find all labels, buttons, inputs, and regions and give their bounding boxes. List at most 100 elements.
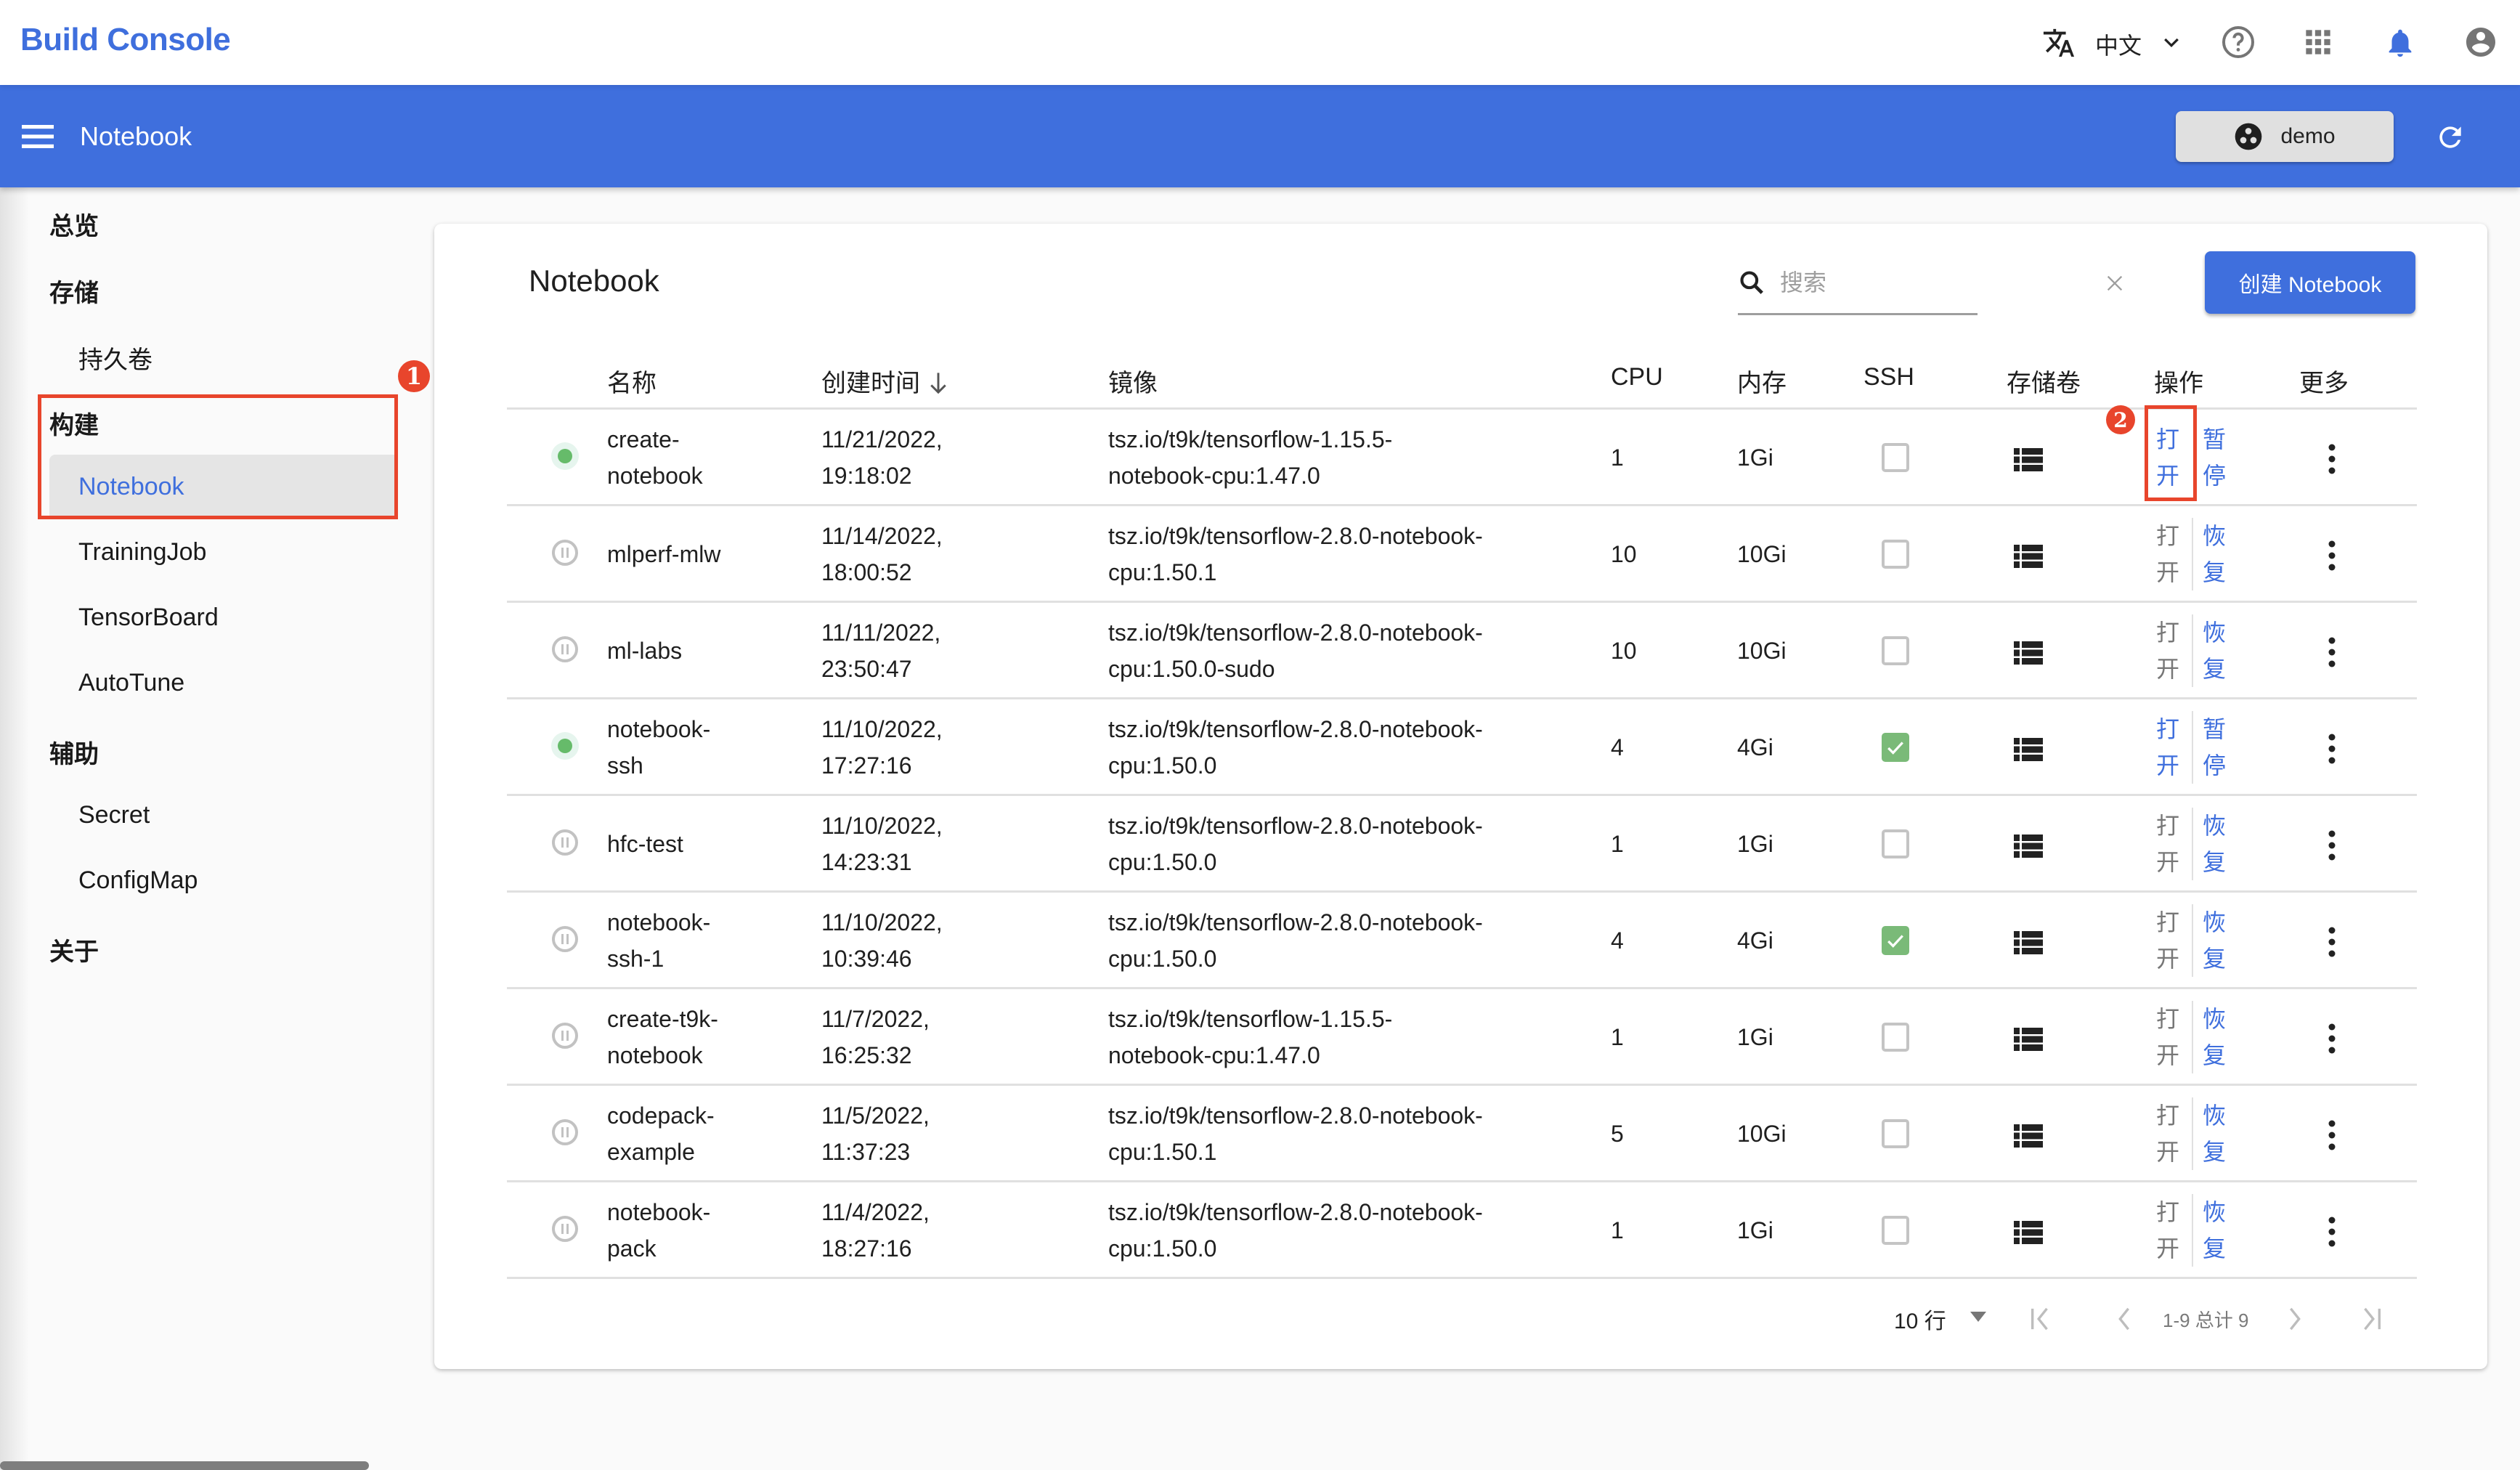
ssh-checkbox[interactable]: [1882, 926, 1909, 955]
cpu-value: 4: [1611, 734, 1624, 760]
sidebar-item-about[interactable]: 关于: [49, 932, 99, 967]
resume-notebook-button[interactable]: 恢复: [2200, 1194, 2228, 1267]
notebook-name[interactable]: create-notebook: [607, 421, 774, 494]
account-circle-icon[interactable]: [2463, 25, 2498, 60]
resume-notebook-button[interactable]: 恢复: [2200, 808, 2228, 880]
ssh-checkbox[interactable]: [1882, 1119, 1909, 1148]
list-icon[interactable]: [2014, 931, 2043, 954]
status-running-dot-icon: [551, 732, 579, 760]
name-line: notebook: [607, 463, 703, 489]
more-vertical-icon[interactable]: [2326, 733, 2338, 765]
sidebar-item-trainingjob[interactable]: TrainingJob: [78, 538, 206, 567]
name-line: ssh-1: [607, 946, 664, 972]
arrow-down-icon[interactable]: [927, 371, 949, 396]
ssh-checkbox[interactable]: [1882, 636, 1909, 665]
column-header-name[interactable]: 名称: [607, 363, 657, 399]
list-icon[interactable]: [2014, 448, 2043, 471]
column-header-created[interactable]: 创建时间: [821, 363, 949, 399]
resume-notebook-button[interactable]: 恢复: [2200, 614, 2228, 687]
horizontal-scrollbar-thumb[interactable]: [0, 1461, 369, 1470]
notebook-name[interactable]: notebook-ssh: [607, 711, 774, 784]
sidebar-item-secret[interactable]: Secret: [78, 801, 150, 829]
open-notebook-button[interactable]: 打开: [2154, 711, 2182, 784]
more-vertical-icon[interactable]: [2326, 443, 2338, 475]
image-name: tsz.io/t9k/tensorflow-1.15.5- notebook-cp…: [1108, 1001, 1573, 1073]
column-header-volumes: 存储卷: [2007, 370, 2081, 397]
apps-grid-icon[interactable]: [2304, 28, 2333, 57]
last-page-icon[interactable]: [2359, 1304, 2383, 1333]
next-page-icon[interactable]: [2283, 1304, 2307, 1333]
list-icon[interactable]: [2014, 738, 2043, 761]
notebook-name[interactable]: mlperf-mlw: [607, 536, 774, 572]
help-circle-icon[interactable]: [2221, 25, 2256, 60]
pause-notebook-button[interactable]: 暂停: [2200, 711, 2228, 784]
notebook-name[interactable]: hfc-test: [607, 826, 774, 862]
previous-page-icon[interactable]: [2112, 1304, 2137, 1333]
open-notebook-button[interactable]: 打开: [2154, 518, 2182, 590]
list-icon[interactable]: [2014, 545, 2043, 568]
more-vertical-icon[interactable]: [2326, 926, 2338, 958]
rows-per-page-select[interactable]: 10 行: [1894, 1303, 1946, 1335]
chevron-down-icon[interactable]: [2161, 32, 2182, 54]
create-notebook-button[interactable]: 创建 Notebook: [2205, 251, 2415, 314]
image-line: cpu:1.50.1: [1108, 1139, 1217, 1165]
sidebar-item-configmap[interactable]: ConfigMap: [78, 866, 198, 895]
open-notebook-button[interactable]: 打开: [2154, 904, 2182, 977]
hamburger-menu-icon[interactable]: [22, 125, 54, 148]
sidebar-item-autotune[interactable]: AutoTune: [78, 669, 184, 697]
more-vertical-icon[interactable]: [2326, 1216, 2338, 1248]
notebook-name[interactable]: notebook-ssh-1: [607, 904, 774, 977]
open-notebook-button[interactable]: 打开: [2154, 614, 2182, 687]
notebook-name[interactable]: codepack-example: [607, 1097, 774, 1170]
created-line: 11/10/2022,: [821, 909, 943, 935]
more-vertical-icon[interactable]: [2326, 829, 2338, 861]
ssh-checkbox[interactable]: [1882, 1023, 1909, 1052]
sidebar-group-auxiliary[interactable]: 辅助: [49, 734, 99, 770]
resume-notebook-button[interactable]: 恢复: [2200, 1097, 2228, 1170]
close-icon[interactable]: [2105, 273, 2125, 293]
refresh-icon[interactable]: [2434, 121, 2466, 153]
more-vertical-icon[interactable]: [2326, 636, 2338, 668]
name-line: notebook-: [607, 1199, 711, 1225]
translate-icon[interactable]: [2042, 26, 2076, 60]
app-brand[interactable]: Build Console: [20, 22, 231, 58]
notebook-name[interactable]: create-t9k-notebook: [607, 1001, 774, 1073]
list-icon[interactable]: [2014, 1124, 2043, 1148]
resume-notebook-button[interactable]: 恢复: [2200, 904, 2228, 977]
notebook-name[interactable]: ml-labs: [607, 633, 774, 669]
ssh-checkbox[interactable]: [1882, 733, 1909, 762]
first-page-icon[interactable]: [2028, 1304, 2053, 1333]
open-notebook-button[interactable]: 打开: [2154, 1194, 2182, 1267]
sidebar-item-overview[interactable]: 总览: [49, 206, 99, 242]
name-line: hfc-test: [607, 831, 683, 857]
sidebar-item-persistent-volumes[interactable]: 持久卷: [78, 340, 153, 375]
pause-notebook-button[interactable]: 暂停: [2200, 421, 2228, 494]
resume-notebook-button[interactable]: 恢复: [2200, 1001, 2228, 1073]
ssh-checkbox[interactable]: [1882, 443, 1909, 472]
more-vertical-icon[interactable]: [2326, 540, 2338, 572]
sidebar-group-storage[interactable]: 存储: [49, 273, 99, 309]
image-line: cpu:1.50.0: [1108, 946, 1217, 972]
open-notebook-button[interactable]: 打开: [2154, 808, 2182, 880]
ssh-checkbox[interactable]: [1882, 1216, 1909, 1245]
open-notebook-button[interactable]: 打开: [2154, 1097, 2182, 1170]
list-icon[interactable]: [2014, 835, 2043, 858]
ssh-checkbox[interactable]: [1882, 829, 1909, 858]
status-paused-icon: [552, 1216, 578, 1242]
more-vertical-icon[interactable]: [2326, 1023, 2338, 1055]
sidebar-item-tensorboard[interactable]: TensorBoard: [78, 604, 219, 632]
list-icon[interactable]: [2014, 641, 2043, 665]
bell-icon[interactable]: [2383, 25, 2417, 61]
more-vertical-icon[interactable]: [2326, 1119, 2338, 1151]
notebook-name[interactable]: notebook-pack: [607, 1194, 774, 1267]
resume-notebook-button[interactable]: 恢复: [2200, 518, 2228, 590]
list-icon[interactable]: [2014, 1028, 2043, 1051]
caret-down-icon[interactable]: [1970, 1312, 1986, 1322]
language-label[interactable]: 中文: [2095, 28, 2142, 61]
open-notebook-button[interactable]: 打开: [2154, 1001, 2182, 1073]
ssh-checkbox[interactable]: [1882, 540, 1909, 569]
list-icon[interactable]: [2014, 1221, 2043, 1244]
open-label-char: 开: [2155, 1139, 2179, 1165]
namespace-selector-button[interactable]: demo: [2176, 111, 2394, 162]
search-input[interactable]: [1780, 266, 1940, 299]
